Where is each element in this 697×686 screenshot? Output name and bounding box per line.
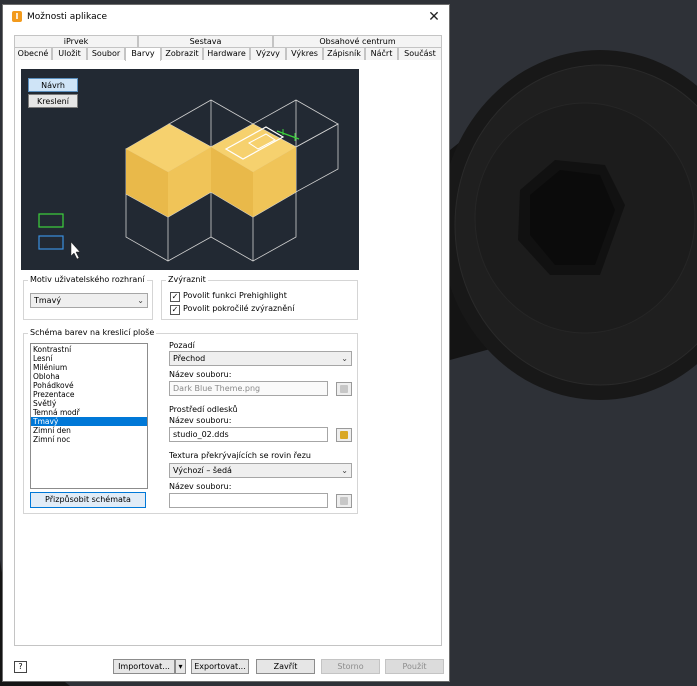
list-item[interactable]: Zimní den [31, 426, 147, 435]
section-texture-filename-label: Název souboru: [169, 482, 232, 491]
tab-soucast[interactable]: Součást [398, 47, 442, 60]
list-item[interactable]: Kontrastní [31, 345, 147, 354]
ui-theme-group: Motiv uživatelského rozhraní Tmavý ⌄ [23, 275, 153, 320]
section-texture-filename-field[interactable] [169, 493, 328, 508]
tab-zobrazit[interactable]: Zobrazit [161, 47, 203, 60]
background-label: Pozadí [169, 341, 195, 350]
preview-cubes-graphic [38, 99, 339, 262]
title-bar: I Možnosti aplikace ✕ [3, 5, 449, 29]
color-scheme-label: Schéma barev na kreslicí ploše [28, 328, 157, 338]
close-icon[interactable]: ✕ [425, 8, 443, 26]
tab-barvy[interactable]: Barvy [125, 47, 161, 61]
list-item[interactable]: Zimní noc [31, 435, 147, 444]
checkmark-icon: ✓ [170, 305, 180, 315]
apply-button[interactable]: Použít [385, 659, 444, 674]
list-item[interactable]: Obloha [31, 372, 147, 381]
section-texture-select[interactable]: Výchozí – šedá ⌄ [169, 463, 352, 478]
export-button[interactable]: Exportovat... [191, 659, 249, 674]
tab-zapisnik[interactable]: Zápisník [323, 47, 365, 60]
tab-vyzvy[interactable]: Výzvy [250, 47, 286, 60]
help-icon[interactable]: ? [14, 661, 27, 673]
background-filename-field[interactable]: Dark Blue Theme.png [169, 381, 328, 396]
tab-row-bottom: Obecné Uložit Soubor Barvy Zobrazit Hard… [14, 47, 442, 61]
prehighlight-checkbox[interactable]: ✓ Povolit funkci Prehighlight [170, 290, 287, 302]
inventor-app-icon: I [12, 11, 22, 22]
browse-folder-icon[interactable] [336, 428, 352, 442]
tab-soubor[interactable]: Soubor [87, 47, 125, 60]
dialog-title: Možnosti aplikace [27, 12, 108, 22]
section-texture-value: Výchozí – šedá [173, 466, 232, 475]
section-texture-label: Textura překrývajících se rovin řezu [169, 451, 311, 460]
import-button[interactable]: Importovat... [113, 659, 175, 674]
browse-folder-icon[interactable] [336, 382, 352, 396]
cancel-button[interactable]: Storno [321, 659, 380, 674]
background-select[interactable]: Přechod ⌄ [169, 351, 352, 366]
list-item[interactable]: Lesní [31, 354, 147, 363]
ui-theme-select[interactable]: Tmavý ⌄ [30, 293, 148, 308]
checkmark-icon: ✓ [170, 292, 180, 302]
reflection-filename-label: Název souboru: [169, 416, 232, 425]
tab-vykres[interactable]: Výkres [286, 47, 323, 60]
highlight-label: Zvýraznit [166, 275, 208, 285]
list-item-selected[interactable]: Tmavý [31, 417, 147, 426]
tab-nacrt[interactable]: Náčrt [365, 47, 398, 60]
highlight-group: Zvýraznit ✓ Povolit funkci Prehighlight ✓… [161, 275, 358, 320]
reflection-filename-field[interactable]: studio_02.dds [169, 427, 328, 442]
ui-theme-value: Tmavý [34, 296, 62, 305]
tab-obecne[interactable]: Obecné [14, 47, 52, 60]
import-dropdown-arrow-icon[interactable]: ▾ [175, 659, 186, 674]
ui-theme-label: Motiv uživatelského rozhraní [28, 275, 147, 285]
reflection-label: Prostředí odlesků [169, 405, 238, 414]
enhanced-highlight-checkbox[interactable]: ✓ Povolit pokročilé zvýraznění [170, 303, 294, 315]
list-item[interactable]: Milénium [31, 363, 147, 372]
chevron-down-icon: ⌄ [137, 296, 144, 305]
close-button[interactable]: Zavřít [256, 659, 315, 674]
color-scheme-list[interactable]: Kontrastní Lesní Milénium Obloha Pohádko… [30, 343, 148, 489]
application-options-dialog: I Možnosti aplikace ✕ iPrvek Sestava Obs… [2, 4, 450, 682]
prehighlight-label: Povolit funkci Prehighlight [183, 291, 287, 300]
customize-schemes-button[interactable]: Přizpůsobit schémata [30, 492, 146, 508]
list-item[interactable]: Prezentace [31, 390, 147, 399]
list-item[interactable]: Světlý [31, 399, 147, 408]
chevron-down-icon: ⌄ [341, 466, 348, 475]
tab-hardware[interactable]: Hardware [203, 47, 250, 60]
color-scheme-preview: Návrh Kreslení [21, 69, 359, 270]
tab-ulozit[interactable]: Uložit [52, 47, 87, 60]
list-item[interactable]: Pohádkové [31, 381, 147, 390]
chevron-down-icon: ⌄ [341, 354, 348, 363]
background-value: Přechod [173, 354, 206, 363]
background-filename-label: Název souboru: [169, 370, 232, 379]
browse-folder-icon[interactable] [336, 494, 352, 508]
enhanced-highlight-label: Povolit pokročilé zvýraznění [183, 304, 295, 313]
list-item[interactable]: Temná modř [31, 408, 147, 417]
